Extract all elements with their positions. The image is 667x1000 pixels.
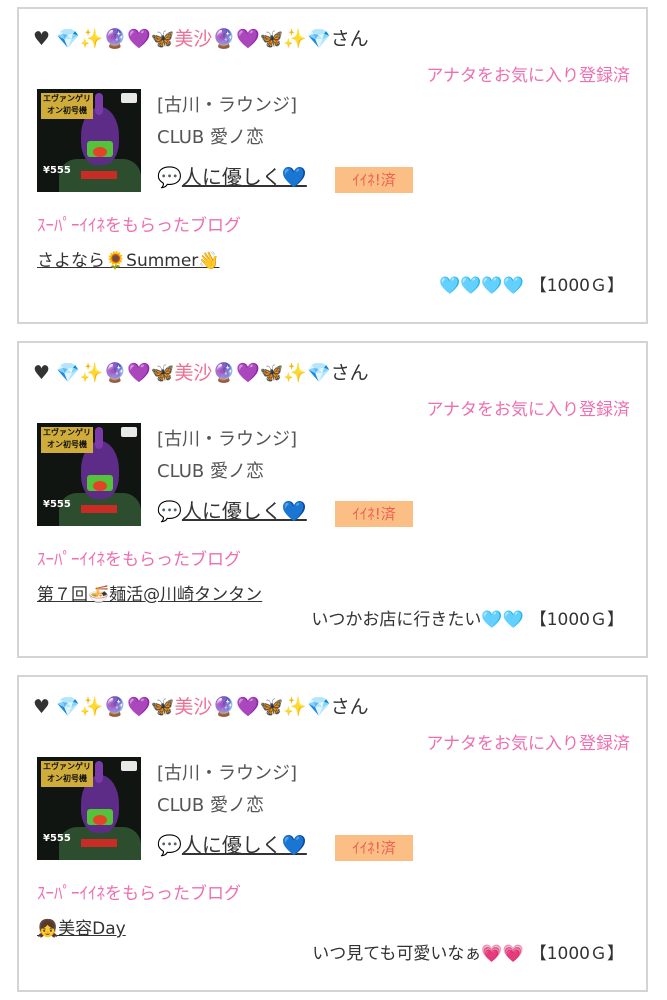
kind-link-text[interactable]: 人に優しく💙 — [182, 499, 307, 523]
super-iine-label: ｽｰﾊﾟｰｲｲﾈをもらったブログ — [37, 216, 241, 236]
kind-link[interactable]: 💬人に優しく💙 — [157, 829, 307, 858]
shop-name[interactable]: [古川・ラウンジ] — [157, 425, 297, 451]
reward-amount: 【1000Ｇ】 — [529, 944, 624, 964]
thumbnail-logo-icon — [121, 93, 137, 103]
speech-bubble-icon: 💬 — [157, 833, 182, 857]
shop-name[interactable]: [古川・ラウンジ] — [157, 759, 297, 785]
iine-done-badge: ｲｲﾈ!済 — [335, 835, 413, 861]
favorite-status: アナタをお気に入り登録済 — [426, 66, 630, 86]
kind-link[interactable]: 💬人に優しく💙 — [157, 495, 307, 524]
kind-link-text[interactable]: 人に優しく💙 — [182, 165, 307, 189]
club-name[interactable]: CLUB 愛ノ恋 — [157, 123, 264, 149]
speech-bubble-icon: 💬 — [157, 499, 182, 523]
thumbnail-price: ¥555 — [43, 499, 71, 510]
reward-line: 🩵🩵🩵🩵 【1000Ｇ】 — [439, 271, 624, 296]
club-name[interactable]: CLUB 愛ノ恋 — [157, 457, 264, 483]
super-iine-label: ｽｰﾊﾟｰｲｲﾈをもらったブログ — [37, 884, 241, 904]
reward-amount: 【1000Ｇ】 — [529, 276, 624, 296]
thumbnail-horn-shape — [95, 761, 103, 783]
favorite-status: アナタをお気に入り登録済 — [426, 734, 630, 754]
favorite-status: アナタをお気に入り登録済 — [426, 400, 630, 420]
blog-title-link[interactable]: 👧美容Day — [37, 914, 126, 939]
kind-link-text[interactable]: 人に優しく💙 — [182, 833, 307, 857]
kind-link[interactable]: 💬人に優しく💙 — [157, 161, 307, 190]
thumbnail-horn-shape — [95, 427, 103, 449]
blog-like-card: ♥ 💎✨🔮💜🦋美沙🔮💜🦋✨💎さん アナタをお気に入り登録済 エヴァンゲリオン初号… — [17, 675, 648, 992]
user-decor-suffix: 🔮💜🦋✨💎 — [212, 362, 331, 384]
reward-amount: 【1000Ｇ】 — [529, 610, 624, 630]
user-decor-prefix: ♥ 💎✨🔮💜🦋 — [33, 28, 175, 50]
user-decor-suffix: 🔮💜🦋✨💎 — [212, 696, 331, 718]
thumbnail-eye-shape — [93, 147, 107, 157]
iine-done-badge: ｲｲﾈ!済 — [335, 167, 413, 193]
blog-title-link[interactable]: さよなら🌻Summer👋 — [37, 246, 219, 271]
user-name: 美沙 — [174, 28, 213, 50]
thumbnail-price: ¥555 — [43, 165, 71, 176]
user-name: 美沙 — [174, 362, 213, 384]
thumbnail-banner: エヴァンゲリオン初号機 — [41, 427, 93, 453]
cast-thumbnail[interactable]: エヴァンゲリオン初号機 ¥555 — [37, 423, 141, 526]
reward-message: 🩵🩵🩵🩵 — [439, 276, 524, 296]
reward-line: いつ見ても可愛いなぁ💗💗 【1000Ｇ】 — [312, 939, 624, 964]
reward-message: いつ見ても可愛いなぁ💗💗 — [312, 944, 524, 964]
reward-line: いつかお店に行きたい🩵🩵 【1000Ｇ】 — [311, 605, 624, 630]
cast-thumbnail[interactable]: エヴァンゲリオン初号機 ¥555 — [37, 757, 141, 860]
reward-message: いつかお店に行きたい🩵🩵 — [311, 610, 524, 630]
speech-bubble-icon: 💬 — [157, 165, 182, 189]
thumbnail-stripe-shape — [81, 171, 117, 179]
user-decor-prefix: ♥ 💎✨🔮💜🦋 — [33, 696, 175, 718]
user-decor-suffix: 🔮💜🦋✨💎 — [212, 28, 331, 50]
blog-title-link[interactable]: 第７回🍜麺活@川崎タンタン — [37, 580, 262, 605]
user-honorific: さん — [330, 696, 369, 718]
user-name-line[interactable]: ♥ 💎✨🔮💜🦋美沙🔮💜🦋✨💎さん — [33, 25, 369, 53]
thumbnail-price: ¥555 — [43, 833, 71, 844]
thumbnail-banner: エヴァンゲリオン初号機 — [41, 761, 93, 787]
thumbnail-eye-shape — [93, 481, 107, 491]
iine-done-badge: ｲｲﾈ!済 — [335, 501, 413, 527]
club-name[interactable]: CLUB 愛ノ恋 — [157, 791, 264, 817]
blog-like-card: ♥ 💎✨🔮💜🦋美沙🔮💜🦋✨💎さん アナタをお気に入り登録済 エヴァンゲリオン初号… — [17, 341, 648, 658]
thumbnail-banner: エヴァンゲリオン初号機 — [41, 93, 93, 119]
user-name-line[interactable]: ♥ 💎✨🔮💜🦋美沙🔮💜🦋✨💎さん — [33, 693, 369, 721]
thumbnail-horn-shape — [95, 93, 103, 115]
shop-name[interactable]: [古川・ラウンジ] — [157, 91, 297, 117]
thumbnail-stripe-shape — [81, 505, 117, 513]
user-honorific: さん — [330, 362, 369, 384]
blog-like-card: ♥ 💎✨🔮💜🦋美沙🔮💜🦋✨💎さん アナタをお気に入り登録済 エヴァンゲリオン初号… — [17, 7, 648, 324]
super-iine-label: ｽｰﾊﾟｰｲｲﾈをもらったブログ — [37, 550, 241, 570]
user-name: 美沙 — [174, 696, 213, 718]
user-decor-prefix: ♥ 💎✨🔮💜🦋 — [33, 362, 175, 384]
cast-thumbnail[interactable]: エヴァンゲリオン初号機 ¥555 — [37, 89, 141, 192]
user-honorific: さん — [330, 28, 369, 50]
thumbnail-logo-icon — [121, 427, 137, 437]
thumbnail-eye-shape — [93, 815, 107, 825]
thumbnail-logo-icon — [121, 761, 137, 771]
user-name-line[interactable]: ♥ 💎✨🔮💜🦋美沙🔮💜🦋✨💎さん — [33, 359, 369, 387]
thumbnail-stripe-shape — [81, 839, 117, 847]
